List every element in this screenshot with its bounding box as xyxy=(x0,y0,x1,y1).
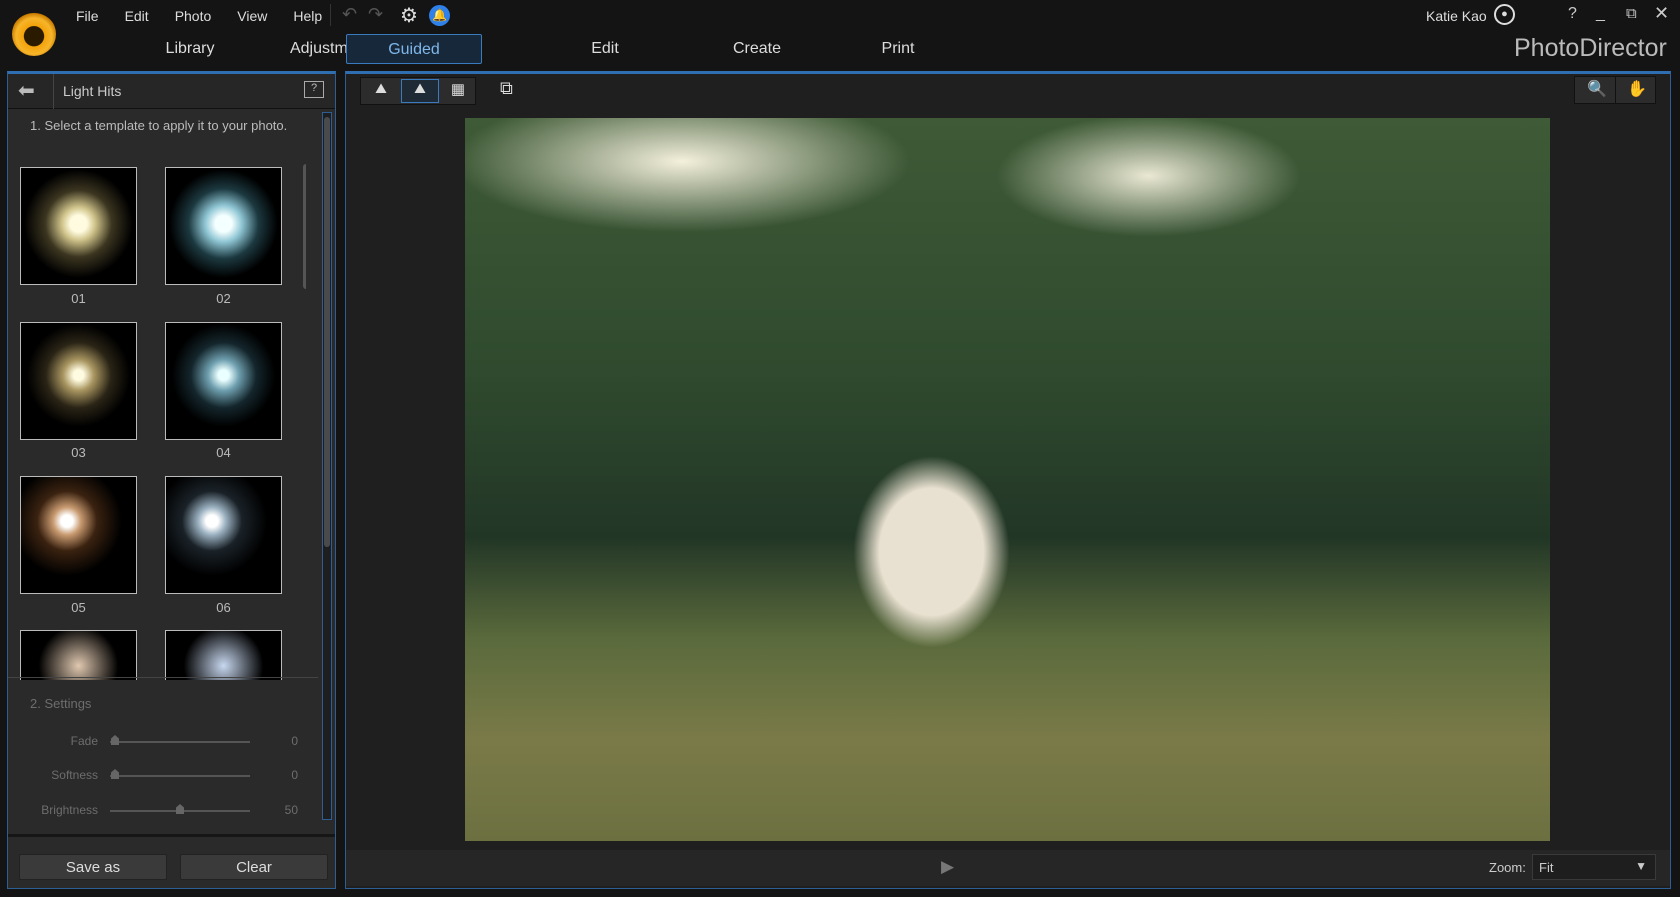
notification-bell-icon[interactable]: 🔔 xyxy=(429,5,450,26)
template-label: 01 xyxy=(71,291,86,306)
zoom-tool-icon[interactable]: 🔍 xyxy=(1587,79,1607,99)
settings-gear-icon[interactable]: ⚙ xyxy=(400,3,418,28)
zoom-label: Zoom: xyxy=(1489,860,1526,875)
template-01[interactable] xyxy=(20,167,137,285)
view-mode-group: ⛰ ⛰ ▦ xyxy=(360,77,476,105)
softness-slider-handle[interactable] xyxy=(111,769,119,779)
template-03[interactable] xyxy=(20,322,137,440)
template-scrollbar[interactable] xyxy=(303,164,306,289)
fade-label: Fade xyxy=(70,734,98,748)
template-06[interactable] xyxy=(165,476,282,594)
menu-view[interactable]: View xyxy=(237,8,267,24)
softness-slider[interactable] xyxy=(110,775,250,777)
brightness-slider-handle[interactable] xyxy=(176,804,184,814)
softness-value: 0 xyxy=(291,768,298,782)
close-icon[interactable]: ✕ xyxy=(1654,3,1669,24)
tool-group: 🔍 ✋ xyxy=(1574,76,1656,104)
divider xyxy=(330,4,331,26)
zoom-value: Fit xyxy=(1539,860,1554,875)
template-grid: 01 02 03 04 05 06 07 08 xyxy=(8,150,306,680)
fade-slider[interactable] xyxy=(110,741,250,743)
compare-view-icon[interactable]: ⧉ xyxy=(500,78,513,99)
fade-value: 0 xyxy=(291,734,298,748)
restore-icon[interactable]: ⧉ xyxy=(1626,5,1637,22)
save-as-button[interactable]: Save as xyxy=(19,854,167,880)
template-label: 02 xyxy=(216,291,231,306)
menu-edit[interactable]: Edit xyxy=(125,8,149,24)
chevron-down-icon: ▼ xyxy=(1635,859,1647,873)
tab-guided[interactable]: Guided xyxy=(346,34,482,64)
hand-tool-icon[interactable]: ✋ xyxy=(1627,79,1647,99)
menu-help[interactable]: Help xyxy=(293,8,322,24)
template-04[interactable] xyxy=(165,322,282,440)
panel-header: ⬅ Light Hits ? xyxy=(8,74,335,109)
template-label: 03 xyxy=(71,445,86,460)
zoom-dropdown[interactable]: Fit ▼ xyxy=(1532,854,1656,880)
help-video-icon[interactable]: ? xyxy=(304,81,324,98)
brightness-value: 50 xyxy=(284,803,298,817)
user-name[interactable]: Katie Kao xyxy=(1426,8,1487,24)
play-icon[interactable]: ▶ xyxy=(941,857,954,877)
app-logo xyxy=(12,12,56,56)
softness-label: Softness xyxy=(51,768,98,782)
minimize-icon[interactable]: _ xyxy=(1596,5,1605,23)
menu-photo[interactable]: Photo xyxy=(175,8,212,24)
template-05[interactable] xyxy=(20,476,137,594)
template-02[interactable] xyxy=(165,167,282,285)
grid-view-icon[interactable]: ▦ xyxy=(441,80,475,102)
tab-library[interactable]: Library xyxy=(120,34,260,64)
filmstrip-view-icon[interactable]: ⛰ xyxy=(364,80,398,102)
back-arrow-icon[interactable]: ⬅ xyxy=(18,78,35,103)
panel-title: Light Hits xyxy=(63,83,122,99)
help-icon[interactable]: ? xyxy=(1568,5,1577,23)
instruction-text: 1. Select a template to apply it to your… xyxy=(30,118,288,133)
undo-icon[interactable]: ↶ xyxy=(342,4,357,25)
menu-file[interactable]: File xyxy=(76,8,99,24)
guided-panel: ⬅ Light Hits ? 1. Select a template to a… xyxy=(7,71,336,889)
single-view-icon[interactable]: ⛰ xyxy=(401,79,439,103)
fade-slider-handle[interactable] xyxy=(111,735,119,745)
tab-edit[interactable]: Edit xyxy=(535,34,675,64)
tab-create[interactable]: Create xyxy=(687,34,827,64)
template-08[interactable]: 08 xyxy=(165,630,282,680)
redo-icon[interactable]: ↷ xyxy=(368,4,383,25)
menu-bar: File Edit Photo View Help xyxy=(76,8,348,24)
brightness-label: Brightness xyxy=(41,803,98,817)
template-07[interactable]: 07 xyxy=(20,630,137,680)
template-label: 04 xyxy=(216,445,231,460)
photo-canvas[interactable] xyxy=(465,118,1550,841)
viewer-bottom-bar: ▶ Zoom: Fit ▼ xyxy=(346,850,1670,886)
clear-button[interactable]: Clear xyxy=(180,854,328,880)
template-label: 05 xyxy=(71,600,86,615)
app-name: PhotoDirector xyxy=(1514,34,1667,62)
settings-title: 2. Settings xyxy=(30,696,92,711)
tab-print[interactable]: Print xyxy=(828,34,968,64)
user-avatar-icon[interactable]: ● xyxy=(1494,4,1515,25)
template-label: 06 xyxy=(216,600,231,615)
panel-scrollbar[interactable] xyxy=(322,112,332,820)
